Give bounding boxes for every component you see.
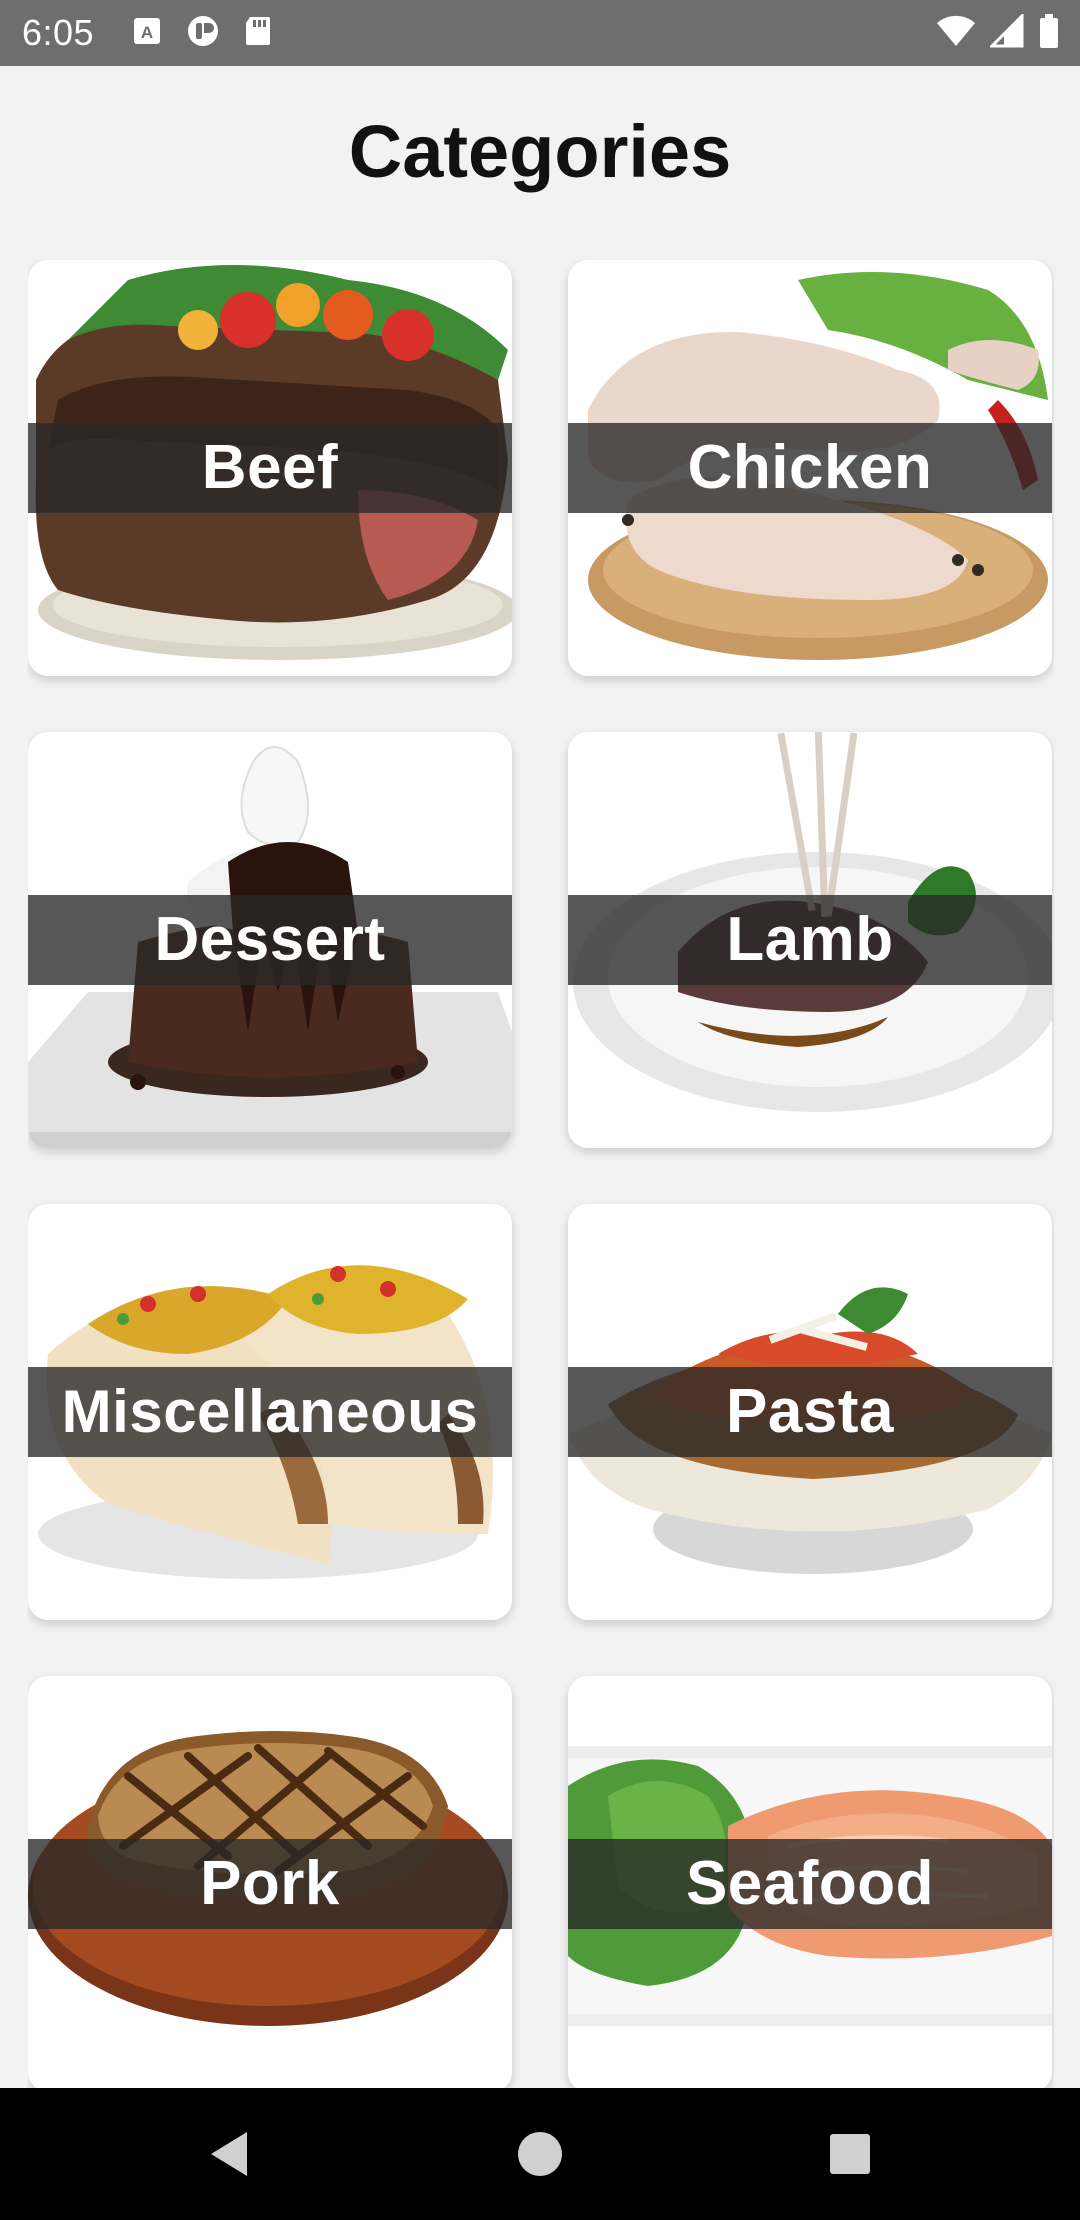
category-label: Chicken [687,433,933,502]
status-icons-left: A [132,14,272,53]
category-label: Lamb [726,905,894,974]
status-time: 6:05 [22,12,95,53]
battery-icon [1038,13,1060,54]
svg-text:A: A [141,23,153,42]
category-grid[interactable]: Beef Chicken Dessert Lamb Miscellaneous … [28,260,1054,2088]
signal-icon [988,11,1024,53]
back-icon [211,2132,247,2176]
category-label: Seafood [685,1849,935,1918]
category-card-miscellaneous[interactable]: Miscellaneous [28,1204,512,1620]
category-label-bar: Miscellaneous [28,1367,512,1457]
category-card-dessert[interactable]: Dessert [28,732,512,1148]
category-label-bar: Seafood [568,1839,1052,1929]
a-font-icon: A [132,16,162,51]
category-card-lamb[interactable]: Lamb [568,732,1052,1148]
sd-card-icon [244,15,272,52]
category-card-seafood[interactable]: Seafood [568,1676,1052,2088]
wifi-icon [936,14,976,53]
category-card-pasta[interactable]: Pasta [568,1204,1052,1620]
category-label-bar: Dessert [28,895,512,985]
back-button[interactable] [192,2118,264,2190]
pocket-icon [184,14,222,53]
category-label: Beef [201,433,339,502]
category-card-beef[interactable]: Beef [28,260,512,676]
category-card-chicken[interactable]: Chicken [568,260,1052,676]
category-card-pork[interactable]: Pork [28,1676,512,2088]
home-icon [518,2132,562,2176]
category-label-bar: Pork [28,1839,512,1929]
status-bar: 6:05 A [0,0,1080,66]
category-label: Pasta [726,1377,894,1446]
recents-icon [830,2134,870,2174]
category-label-bar: Pasta [568,1367,1052,1457]
page-title: Categories [348,110,732,193]
category-label-bar: Chicken [568,423,1052,513]
category-label: Dessert [154,905,386,974]
category-label: Pork [200,1849,340,1918]
category-label-bar: Lamb [568,895,1052,985]
category-label: Miscellaneous [61,1378,479,1445]
navigation-bar [0,2088,1080,2220]
status-icons-right [936,11,1060,54]
category-label-bar: Beef [28,423,512,513]
home-button[interactable] [504,2118,576,2190]
recents-button[interactable] [814,2118,886,2190]
